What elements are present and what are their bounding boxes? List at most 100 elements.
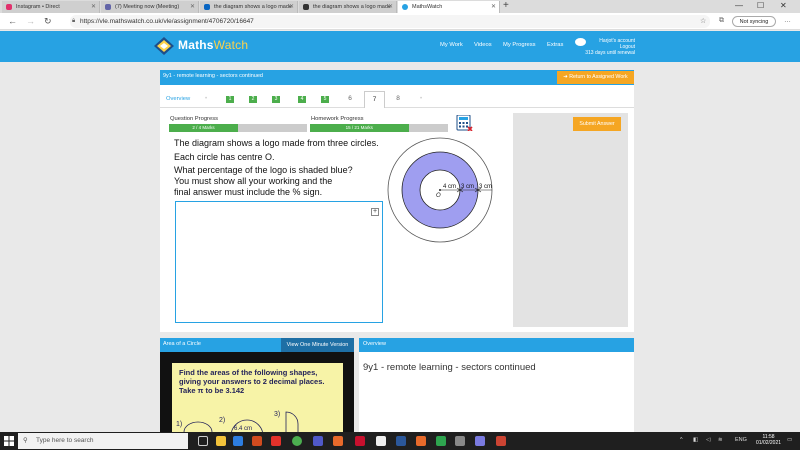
browser-tab-3[interactable]: the diagram shows a logo made ✕ bbox=[200, 1, 298, 13]
account-menu[interactable]: Harjot's account Logout 313 days until r… bbox=[575, 38, 635, 56]
media-icon[interactable] bbox=[355, 436, 365, 446]
mathswatch-logo-icon[interactable] bbox=[154, 37, 174, 55]
view-one-minute-version-button[interactable]: View One Minute Version bbox=[281, 338, 354, 352]
question-line-1: The diagram shows a logo made from three… bbox=[174, 138, 379, 148]
tab-overview[interactable]: Overview bbox=[166, 96, 190, 102]
radius-label-4cm: 4 cm bbox=[443, 184, 456, 190]
tab-question-2[interactable]: 2 bbox=[249, 96, 257, 103]
camera-icon[interactable] bbox=[455, 436, 465, 446]
tab-question-8[interactable]: 8 bbox=[393, 95, 403, 102]
close-window-icon[interactable]: ✕ bbox=[780, 0, 787, 12]
calculator-icon[interactable] bbox=[456, 115, 473, 131]
question-line-5: final answer must include the % sign. bbox=[174, 187, 323, 197]
answer-input-box[interactable] bbox=[175, 201, 383, 323]
three-circles-logo-diagram: 4 cm 3 cm 3 cm O bbox=[387, 137, 493, 243]
teams-icon bbox=[105, 4, 111, 10]
nav-extras[interactable]: Extras bbox=[547, 42, 563, 48]
question-line-4: You must show all your working and the bbox=[174, 176, 333, 186]
return-to-assigned-work-button[interactable]: ➜ Return to Assigned Work bbox=[557, 71, 634, 84]
close-tab-icon[interactable]: ✕ bbox=[491, 1, 496, 13]
chat-bubble-icon bbox=[575, 38, 586, 46]
radius-label-3cm-a: 3 cm bbox=[461, 184, 474, 190]
video-title: Area of a Circle bbox=[163, 341, 201, 347]
collections-icon[interactable]: ⧉ bbox=[719, 17, 724, 25]
lock-icon: 🔒︎ bbox=[72, 18, 76, 24]
site-header bbox=[0, 31, 800, 62]
overview-panel-header bbox=[359, 338, 634, 352]
browser-tab-5[interactable]: MathsWatch ✕ bbox=[398, 1, 500, 13]
app-icon-6[interactable] bbox=[496, 436, 506, 446]
mathswatch-icon bbox=[402, 4, 408, 10]
back-icon[interactable]: ← bbox=[8, 15, 17, 27]
nav-my-progress[interactable]: My Progress bbox=[503, 42, 536, 48]
notifications-icon[interactable]: ▭ bbox=[787, 437, 792, 443]
tab-divider: • bbox=[205, 96, 208, 102]
close-tab-icon[interactable]: ✕ bbox=[388, 1, 393, 13]
app-icon-5[interactable] bbox=[475, 436, 485, 446]
chrome-icon[interactable] bbox=[292, 436, 302, 446]
url-field[interactable]: 🔒︎ https://vle.mathswatch.co.uk/vle/assig… bbox=[70, 15, 710, 28]
word-icon[interactable] bbox=[396, 436, 406, 446]
site-logo-text[interactable]: MathsWatch bbox=[178, 38, 248, 52]
windows-start-icon[interactable] bbox=[4, 436, 14, 446]
taskbar-search[interactable]: ⚲ Type here to search bbox=[18, 433, 188, 449]
app-icon[interactable] bbox=[271, 436, 281, 446]
more-icon[interactable]: … bbox=[784, 17, 791, 24]
video-fragment-2: 2) bbox=[219, 417, 225, 424]
app-icon-3[interactable] bbox=[416, 436, 426, 446]
video-text-line-1: Find the areas of the following shapes, bbox=[179, 368, 318, 377]
tab-question-1[interactable]: 1 bbox=[226, 96, 234, 103]
close-tab-icon[interactable]: ✕ bbox=[289, 1, 294, 13]
tray-chevron-icon[interactable]: ^ bbox=[680, 437, 683, 443]
tab-question-4[interactable]: 4 bbox=[298, 96, 306, 103]
question-line-2: Each circle has centre O. bbox=[174, 152, 275, 162]
nav-videos[interactable]: Videos bbox=[474, 42, 492, 48]
office-icon[interactable] bbox=[333, 436, 343, 446]
tab-question-7[interactable]: 7 bbox=[364, 91, 385, 108]
forward-icon[interactable]: → bbox=[26, 15, 35, 27]
edge-browser-icon[interactable] bbox=[233, 436, 243, 446]
close-tab-icon[interactable]: ✕ bbox=[91, 1, 96, 13]
bing-icon bbox=[204, 4, 210, 10]
maximize-icon[interactable]: ☐ bbox=[757, 0, 764, 12]
submit-answer-button[interactable]: Submit Answer bbox=[573, 117, 621, 131]
tab-question-5[interactable]: 5 bbox=[321, 96, 329, 103]
minimize-icon[interactable]: — bbox=[735, 0, 743, 12]
submit-panel bbox=[513, 113, 628, 327]
network-icon[interactable]: ◧ bbox=[693, 437, 698, 443]
video-text-line-3: Take π to be 3.142 bbox=[179, 386, 245, 395]
close-tab-icon[interactable]: ✕ bbox=[190, 1, 195, 13]
teams-taskbar-icon[interactable] bbox=[313, 436, 323, 446]
wifi-icon[interactable]: ≋ bbox=[718, 437, 723, 443]
language-indicator[interactable]: ENG bbox=[735, 437, 747, 443]
sync-button[interactable]: Not syncing bbox=[732, 16, 776, 27]
task-view-icon[interactable] bbox=[198, 436, 208, 446]
app-icon-2[interactable] bbox=[376, 436, 386, 446]
expand-icon[interactable]: + bbox=[371, 208, 379, 216]
video-shapes-illustration: 1) 2) 6.4 cm 3) bbox=[176, 411, 299, 432]
refresh-icon[interactable]: ↻ bbox=[44, 15, 52, 27]
file-explorer-icon[interactable] bbox=[216, 436, 226, 446]
centre-label: O bbox=[436, 193, 441, 199]
video-text-line-2: giving your answers to 2 decimal places. bbox=[179, 377, 325, 386]
powerpoint-icon[interactable] bbox=[252, 436, 262, 446]
tab-question-6[interactable]: 6 bbox=[345, 95, 355, 102]
overview-title: Overview bbox=[363, 341, 386, 347]
favorite-star-icon[interactable]: ☆ bbox=[700, 17, 706, 25]
taskbar-clock[interactable]: 11:58 01/02/2021 bbox=[756, 434, 781, 446]
browser-tab-2[interactable]: (7) Meeting now (Meeting) ✕ bbox=[101, 1, 199, 13]
question-progress-label: Question Progress bbox=[170, 116, 219, 122]
volume-icon[interactable]: ◁ bbox=[706, 437, 710, 443]
browser-tab-4[interactable]: the diagram shows a logo made ✕ bbox=[299, 1, 397, 13]
radius-label-3cm-b: 3 cm bbox=[479, 184, 492, 190]
tab-question-3[interactable]: 3 bbox=[272, 96, 280, 103]
page-icon bbox=[303, 4, 309, 10]
video-fragment-3: 3) bbox=[274, 411, 280, 418]
new-tab-icon[interactable]: + bbox=[503, 0, 509, 12]
app-icon-4[interactable] bbox=[436, 436, 446, 446]
homework-progress-label: Homework Progress bbox=[311, 116, 364, 122]
nav-my-work[interactable]: My Work bbox=[440, 42, 463, 48]
search-icon: ⚲ bbox=[23, 437, 28, 444]
question-progress-text: 2 / 4 Marks bbox=[192, 125, 215, 130]
browser-tab-1[interactable]: Instagram • Direct ✕ bbox=[2, 1, 100, 13]
